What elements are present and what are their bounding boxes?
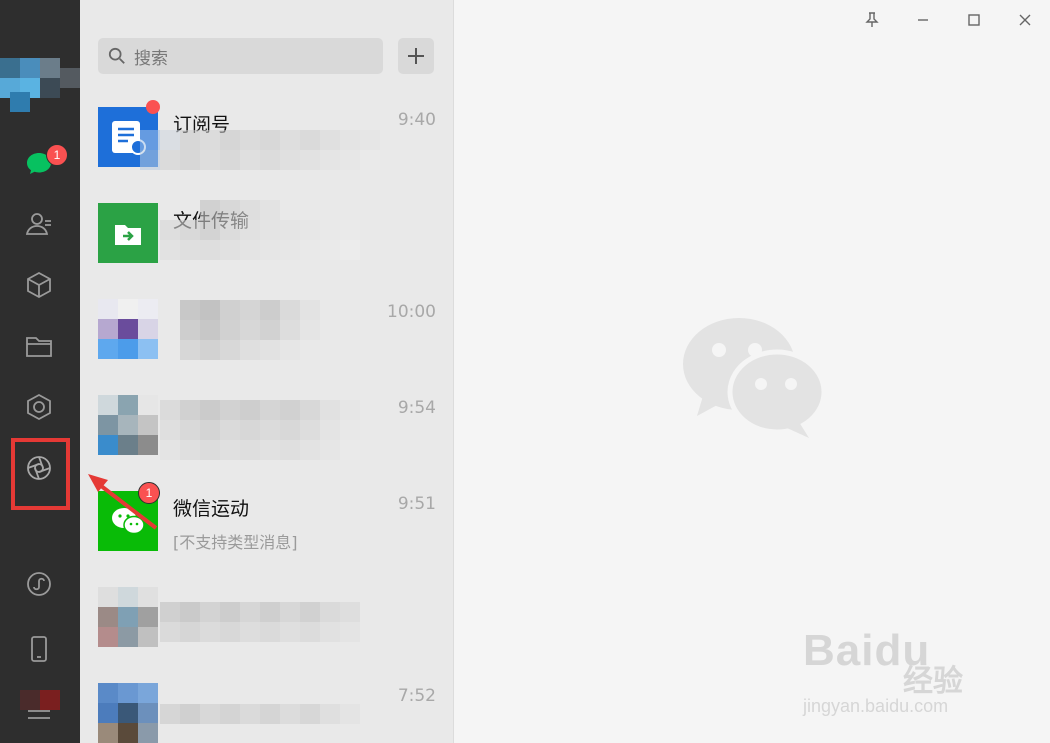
baidu-watermark: Baidu 经验 jingyan.baidu.com xyxy=(803,626,1003,721)
blurred-region xyxy=(160,602,360,642)
contacts-icon[interactable] xyxy=(22,207,56,241)
unread-dot xyxy=(146,100,160,114)
chat-item-4[interactable]: 9:54 xyxy=(80,378,453,474)
folder-arrow-icon xyxy=(115,225,141,245)
blurred-region xyxy=(140,130,380,170)
blurred-avatar xyxy=(98,587,158,647)
chat-item-7[interactable]: 7:52 xyxy=(80,666,453,743)
chat-time: 9:51 xyxy=(397,494,436,514)
mini-programs-icon[interactable] xyxy=(22,567,56,601)
blurred-region xyxy=(160,704,360,724)
arrow-annotation xyxy=(88,474,158,530)
search-input[interactable]: 搜索 xyxy=(98,38,383,74)
watermark-cn: 经验 xyxy=(903,664,963,699)
plus-icon xyxy=(408,48,424,64)
blurred-avatar xyxy=(98,299,158,359)
highlight-annotation xyxy=(11,438,70,510)
window-controls xyxy=(846,8,1050,32)
favorites-icon[interactable] xyxy=(22,268,56,302)
blurred-region xyxy=(160,200,360,260)
chat-avatar xyxy=(98,683,158,743)
chat-item-file-transfer[interactable]: 文件传输 xyxy=(80,186,453,282)
wechat-watermark-logo xyxy=(683,318,826,438)
chat-time: 7:52 xyxy=(397,686,436,706)
files-icon[interactable] xyxy=(22,329,56,363)
chat-item-subscriptions[interactable]: 订阅号 9:40 xyxy=(80,90,453,186)
nav-sidebar: 1 xyxy=(0,0,80,743)
chat-time: 10:00 xyxy=(387,302,436,322)
blurred-region xyxy=(20,690,60,710)
add-button[interactable] xyxy=(398,38,434,74)
close-icon[interactable] xyxy=(999,8,1050,32)
chat-avatar xyxy=(98,395,158,455)
phone-icon[interactable] xyxy=(22,632,56,666)
minimize-icon[interactable] xyxy=(897,8,948,32)
chat-preview: [不支持类型消息] xyxy=(173,533,298,552)
chat-avatar xyxy=(98,299,158,359)
avatar[interactable] xyxy=(0,52,80,112)
search-placeholder: 搜索 xyxy=(134,48,168,69)
chat-name: 微信运动 xyxy=(173,498,250,520)
chat-badge: 1 xyxy=(46,144,68,166)
blurred-avatar xyxy=(98,395,158,455)
moments-icon[interactable] xyxy=(22,390,56,424)
file-transfer-avatar xyxy=(98,203,158,263)
chat-list-panel: 搜索 订阅号 9:40 文件传输 xyxy=(80,0,454,743)
chat-time: 9:40 xyxy=(397,110,436,130)
maximize-icon[interactable] xyxy=(948,8,999,32)
search-icon xyxy=(108,47,125,64)
blurred-region xyxy=(180,300,320,360)
watermark-url: jingyan.baidu.com xyxy=(803,696,949,716)
chat-time: 9:54 xyxy=(397,398,436,418)
chat-item-6[interactable] xyxy=(80,570,453,666)
blurred-region xyxy=(160,400,360,460)
chat-item-3[interactable]: 10:00 xyxy=(80,282,453,378)
pin-icon[interactable] xyxy=(846,8,897,32)
chat-avatar xyxy=(98,587,158,647)
blurred-avatar xyxy=(98,683,158,743)
